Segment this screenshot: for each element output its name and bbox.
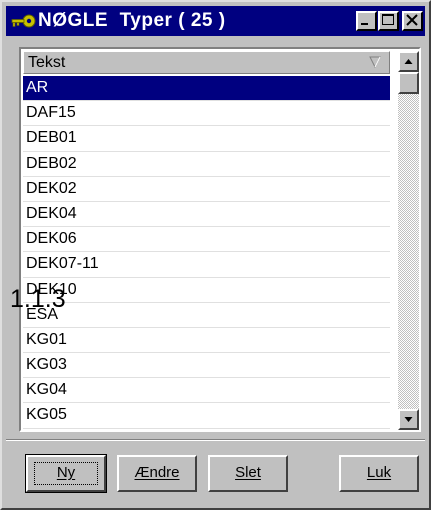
list-item[interactable]: DEB02 — [23, 152, 390, 177]
list-item[interactable]: DEK04 — [23, 202, 390, 228]
list-item[interactable]: ESA — [23, 303, 390, 328]
list-item[interactable]: AR — [23, 76, 390, 102]
type-list[interactable]: Tekst AR DAF15 DEB01 DEB02 DEK02 DEK04 DEK06 DE… — [19, 47, 421, 432]
list-item[interactable]: KG05 — [23, 403, 390, 429]
luk-button[interactable]: Luk — [339, 455, 419, 492]
list-item[interactable]: DEK07-11 — [23, 252, 390, 278]
minimize-icon — [361, 23, 368, 25]
maximize-icon — [382, 14, 394, 25]
minimize-button[interactable] — [356, 11, 377, 31]
list-item[interactable]: DEK10 — [23, 278, 390, 303]
list-item[interactable]: DEB01 — [23, 126, 390, 152]
scroll-thumb[interactable] — [398, 72, 419, 94]
close-button[interactable] — [402, 11, 423, 31]
key-icon — [11, 14, 36, 28]
list-item[interactable]: KG01 — [23, 328, 390, 354]
list-item[interactable]: DEK06 — [23, 227, 390, 253]
column-header-tekst[interactable]: Tekst — [23, 51, 390, 74]
arrow-up-icon — [404, 59, 413, 64]
noegle-typer-window: NØGLE Typer ( 25 ) Tekst AR DAF15 DEB01 DEB… — [0, 0, 431, 510]
close-icon — [406, 14, 418, 26]
title-bar[interactable]: NØGLE Typer ( 25 ) — [6, 6, 425, 36]
slet-button-label: Slet — [235, 464, 261, 481]
luk-button-label: Luk — [366, 464, 392, 481]
list-item[interactable]: DEK02 — [23, 177, 390, 202]
slet-button[interactable]: Slet — [208, 455, 288, 492]
aendre-button-label: Ændre — [134, 464, 180, 481]
window-title: NØGLE Typer ( 25 ) — [38, 10, 226, 31]
column-header-label: Tekst — [28, 54, 66, 71]
aendre-button[interactable]: Ændre — [117, 455, 197, 492]
list-item[interactable]: KG03 — [23, 353, 390, 379]
list-rows: AR DAF15 DEB01 DEB02 DEK02 DEK04 DEK06 DEK07-11… — [23, 76, 390, 429]
ny-button[interactable]: Ny — [25, 454, 107, 493]
arrow-down-icon — [404, 417, 413, 422]
divider — [6, 439, 425, 441]
overlay-label: 1.1.3 — [10, 285, 66, 313]
focus-rectangle — [34, 462, 98, 485]
sort-descending-icon[interactable] — [368, 55, 382, 69]
maximize-button[interactable] — [378, 11, 399, 31]
scroll-down-button[interactable] — [398, 409, 419, 430]
vertical-scrollbar[interactable] — [398, 51, 419, 430]
list-item[interactable]: DAF15 — [23, 101, 390, 127]
list-item[interactable]: KG04 — [23, 378, 390, 404]
scroll-up-button[interactable] — [398, 51, 419, 72]
